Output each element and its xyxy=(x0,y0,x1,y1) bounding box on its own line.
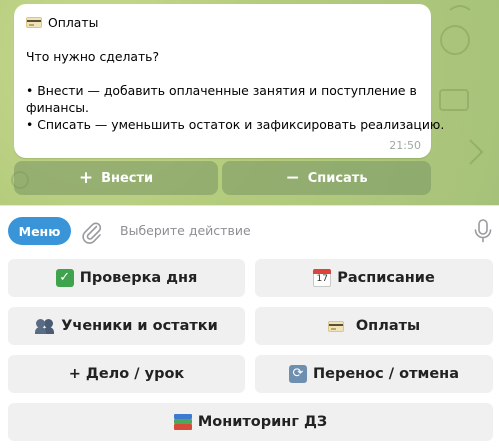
keyboard-button-monitoring-dz[interactable]: Мониторинг ДЗ xyxy=(8,403,493,441)
input-bar: Меню Выберите действие xyxy=(0,205,499,255)
credit-card-icon xyxy=(327,320,344,332)
keyboard-button-label: Расписание xyxy=(337,270,435,286)
keyboard-button-label: + Дело / урок xyxy=(68,366,185,382)
menu-button[interactable]: Меню xyxy=(8,217,71,245)
inline-button-spisat[interactable]: − Списать xyxy=(222,161,431,195)
reply-keyboard: ✓ Проверка дня 17 Расписание Ученики и о… xyxy=(0,255,499,448)
keyboard-button-label: Мониторинг ДЗ xyxy=(197,414,328,430)
keyboard-button-perenos[interactable]: ⟳ Перенос / отмена xyxy=(255,355,493,393)
books-icon xyxy=(173,414,192,430)
attach-clip-icon[interactable] xyxy=(80,220,104,244)
keyboard-button-ucheniki[interactable]: Ученики и остатки xyxy=(8,307,245,345)
inline-button-label: Внести xyxy=(101,170,154,186)
keyboard-button-label: Оплаты xyxy=(355,318,421,334)
inline-button-vnesti[interactable]: + Внести xyxy=(14,161,218,195)
keyboard-button-raspisanie[interactable]: 17 Расписание xyxy=(255,259,493,297)
calendar-icon: 17 xyxy=(313,269,332,287)
credit-card-icon xyxy=(26,17,42,28)
message-bullet-2: • Списать — уменьшить остаток и зафиксир… xyxy=(26,117,445,132)
keyboard-button-label: Перенос / отмена xyxy=(312,366,459,382)
people-icon xyxy=(35,318,55,334)
keyboard-button-label: Проверка дня xyxy=(79,270,198,286)
message-bullet-1-cont: финансы. xyxy=(26,100,89,115)
check-icon: ✓ xyxy=(55,269,74,287)
chat-area: Оплаты Что нужно сделать? • Внести — доб… xyxy=(0,0,499,205)
keyboard-button-delo-urok[interactable]: + Дело / урок xyxy=(8,355,245,393)
message-time: 21:50 xyxy=(389,139,421,152)
plus-icon: + xyxy=(78,167,94,188)
message-bullet-1: • Внести — добавить оплаченные занятия и… xyxy=(26,83,417,98)
keyboard-button-oplaty[interactable]: Оплаты xyxy=(255,307,493,345)
repeat-icon: ⟳ xyxy=(288,365,307,383)
message-question: Что нужно сделать? xyxy=(26,49,160,64)
message-bubble: Оплаты Что нужно сделать? • Внести — доб… xyxy=(14,4,445,158)
message-title-line: Оплаты xyxy=(26,14,419,31)
inline-button-label: Списать xyxy=(307,170,368,186)
keyboard-button-proverka-dnya[interactable]: ✓ Проверка дня xyxy=(8,259,245,297)
microphone-icon[interactable] xyxy=(471,218,495,244)
message-title: Оплаты xyxy=(48,15,99,30)
message-input[interactable]: Выберите действие xyxy=(120,223,251,238)
keyboard-button-label: Ученики и остатки xyxy=(61,318,218,334)
minus-icon: − xyxy=(285,167,300,188)
